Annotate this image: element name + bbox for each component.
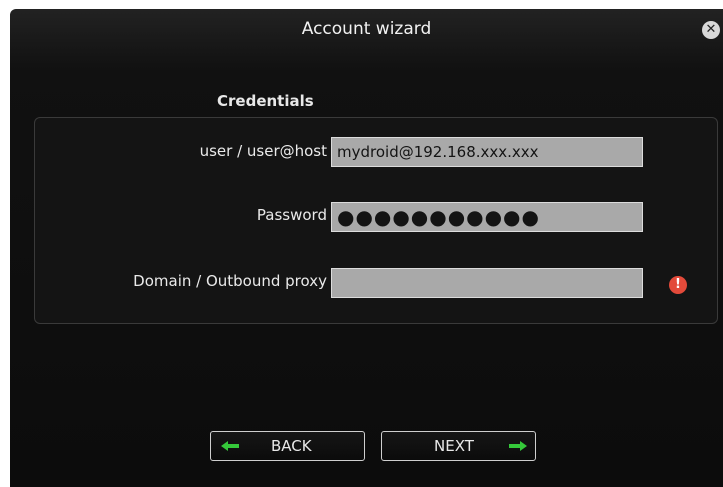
warning-icon: ! [669,276,687,294]
next-button-label: NEXT [434,437,474,455]
close-icon[interactable]: ✕ [702,21,720,39]
domain-label: Domain / Outbound proxy [133,272,327,290]
user-input[interactable] [331,137,643,167]
account-wizard-window: Account wizard ✕ Credentials user / user… [10,9,723,487]
back-button[interactable]: BACK [210,431,365,461]
arrow-left-icon [221,441,239,451]
section-title-credentials: Credentials [217,92,314,110]
arrow-right-icon [509,441,527,451]
password-input[interactable]: ●●●●●●●●●●● [331,202,643,232]
user-label: user / user@host [199,142,327,160]
password-label: Password [256,206,327,224]
window-title: Account wizard [301,19,432,39]
next-button[interactable]: NEXT [381,431,536,461]
domain-input[interactable] [331,268,643,298]
back-button-label: BACK [271,437,312,455]
